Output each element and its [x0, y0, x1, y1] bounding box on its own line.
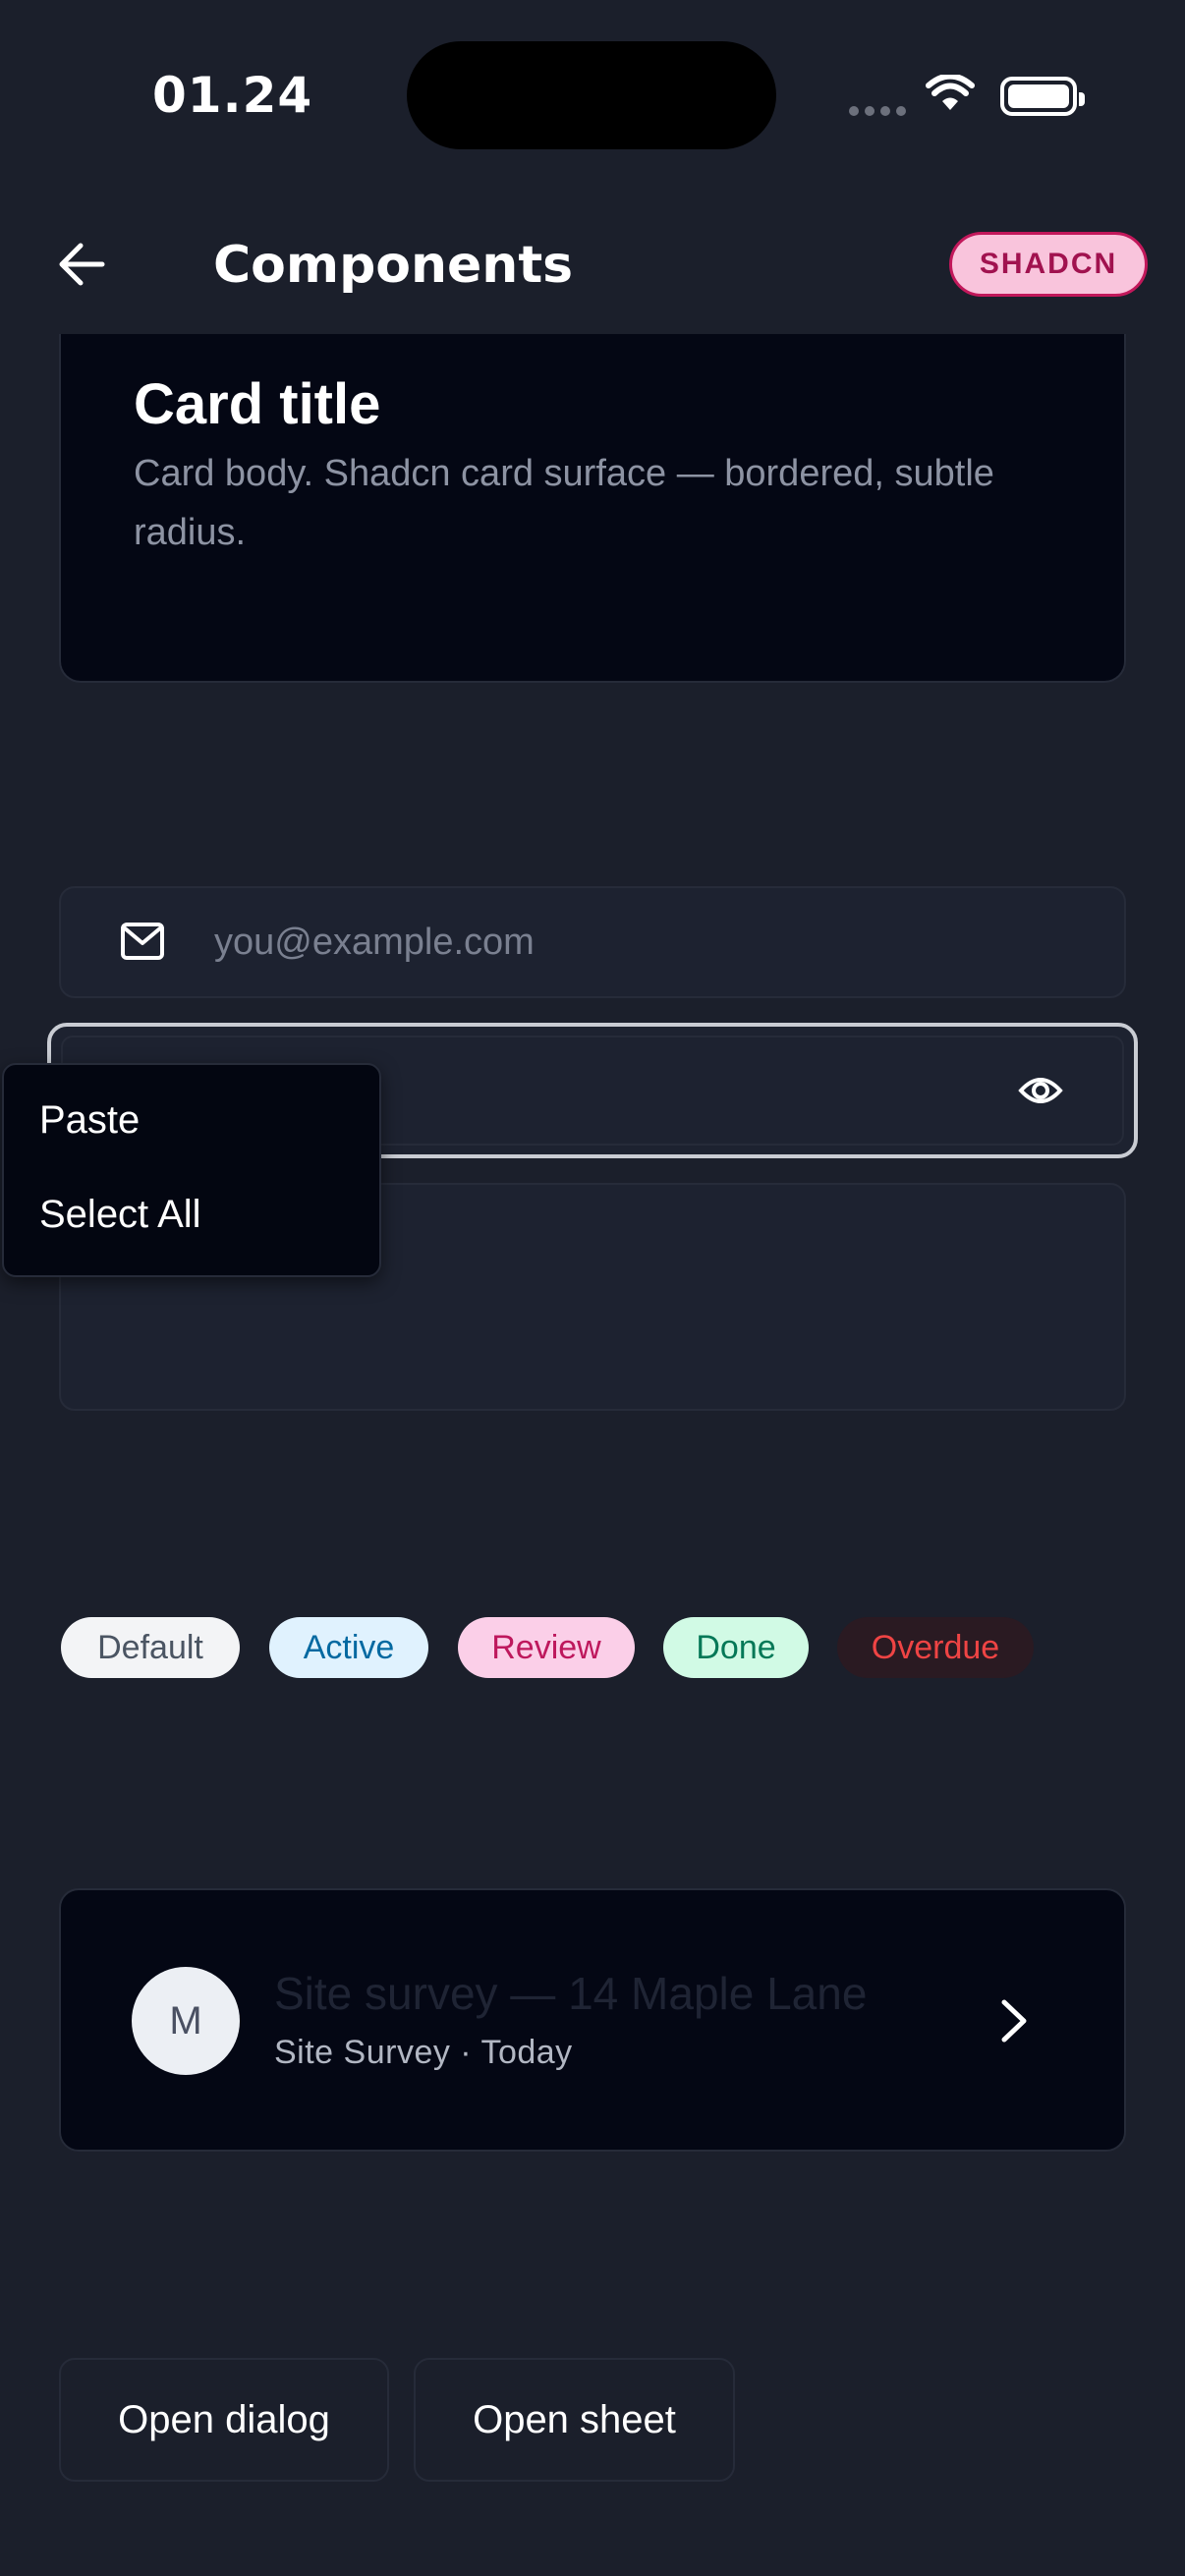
card-body: Card body. Shadcn card surface — bordere…: [134, 453, 994, 553]
menu-item-paste[interactable]: Paste: [39, 1098, 140, 1143]
chip-review: Review: [458, 1617, 635, 1678]
card-title: Card title: [134, 372, 381, 436]
back-arrow-icon[interactable]: [55, 238, 108, 291]
page-title: Components: [213, 236, 574, 295]
eye-icon[interactable]: [1018, 1071, 1063, 1110]
chevron-right-icon: [1001, 1999, 1027, 2043]
shadcn-badge: SHADCN: [949, 232, 1148, 297]
menu-item-select-all[interactable]: Select All: [39, 1193, 201, 1237]
battery-icon: [1000, 77, 1085, 116]
mail-icon: [121, 923, 164, 960]
chip-active: Active: [269, 1617, 428, 1678]
open-sheet-button[interactable]: Open sheet: [414, 2358, 735, 2482]
list-item-subtitle: Site Survey · Today: [274, 2034, 573, 2071]
dynamic-island: [407, 41, 776, 149]
signal-dots-icon: [849, 103, 912, 121]
chip-done: Done: [663, 1617, 809, 1678]
status-time: 01.24: [152, 67, 313, 124]
chip-overdue: Overdue: [837, 1617, 1034, 1678]
avatar: M: [132, 1967, 240, 2075]
list-item-title: Site survey — 14 Maple Lane: [274, 1968, 868, 2019]
email-placeholder: you@example.com: [214, 922, 535, 963]
chip-default: Default: [61, 1617, 240, 1678]
open-dialog-button[interactable]: Open dialog: [59, 2358, 389, 2482]
context-menu: [2, 1063, 381, 1277]
wifi-icon: [926, 75, 975, 110]
